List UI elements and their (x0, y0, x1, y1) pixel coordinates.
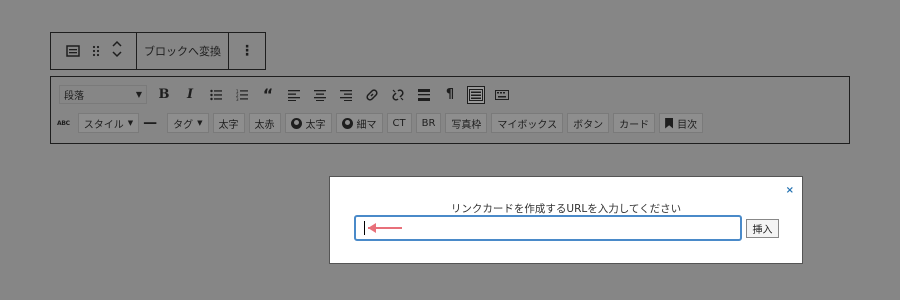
unlink-icon[interactable] (389, 86, 407, 104)
drag-handle-icon[interactable] (92, 42, 100, 61)
chevron-down-icon: ▼ (127, 119, 134, 127)
paste-text-icon[interactable]: ¶ (441, 86, 459, 104)
user-circle-icon (341, 117, 353, 129)
move-up-down-icon[interactable] (111, 40, 122, 62)
bookmark-icon (665, 117, 674, 129)
photo-frame-button[interactable]: 写真枠 (445, 113, 488, 133)
more-options-icon: ⋮ (240, 43, 254, 59)
more-options-button[interactable]: ⋮ (228, 33, 265, 69)
style-label: スタイル (83, 119, 124, 131)
transform-label: ブロックへ変換 (144, 45, 221, 58)
svg-text:3: 3 (236, 97, 239, 101)
thin-user-button[interactable]: 細マ (335, 113, 383, 133)
blockquote-icon[interactable]: “ (259, 85, 277, 104)
link-icon[interactable] (363, 86, 381, 104)
numbered-list-icon[interactable]: 123 (233, 86, 251, 104)
bold-red-button[interactable]: 太赤 (248, 113, 281, 133)
url-input[interactable] (354, 215, 742, 241)
arrow-left-icon (368, 223, 402, 233)
toc-label: 目次 (677, 119, 698, 131)
insert-button[interactable]: 挿入 (746, 219, 779, 238)
toolbar-row-1: 段落 ▼ B I 123 “ ¶ (59, 85, 519, 104)
chevron-down-icon: ▼ (135, 90, 142, 99)
block-toolbar: ブロックへ変換 ⋮ (50, 32, 266, 70)
tag-dropdown[interactable]: タグ ▼ (167, 113, 209, 133)
read-more-icon[interactable] (415, 86, 433, 104)
button-button[interactable]: ボタン (567, 113, 610, 133)
bold-icon[interactable]: B (155, 86, 173, 104)
bullet-list-icon[interactable] (207, 86, 225, 104)
format-select[interactable]: 段落 ▼ (59, 85, 147, 104)
close-icon[interactable]: × (786, 185, 794, 196)
align-center-icon[interactable] (311, 86, 329, 104)
chevron-down-icon: ▼ (197, 119, 203, 127)
align-right-icon[interactable] (337, 86, 355, 104)
bold-button[interactable]: 太字 (212, 113, 245, 133)
paragraph-block-icon[interactable] (65, 42, 80, 61)
keyboard-icon[interactable] (493, 86, 511, 104)
toolbar-row-2: ABC スタイル ▼ — タグ ▼ 太字 太赤 太字 細マ CT BR 写真枠 … (57, 113, 707, 133)
user-circle-icon (290, 117, 302, 129)
block-controls (51, 33, 136, 69)
tag-label: タグ (173, 119, 194, 131)
italic-icon[interactable]: I (181, 86, 199, 104)
spellcheck-icon[interactable]: ABC (57, 120, 70, 127)
bold-user-button[interactable]: 太字 (284, 113, 332, 133)
toc-button[interactable]: 目次 (659, 113, 704, 133)
dialog-message: リンクカードを作成するURLを入力してください (450, 203, 682, 215)
my-box-button[interactable]: マイボックス (491, 113, 564, 133)
format-select-value: 段落 (64, 91, 84, 102)
toolbar-toggle-icon[interactable] (467, 85, 485, 104)
ct-button[interactable]: CT (386, 113, 412, 133)
align-left-icon[interactable] (285, 86, 303, 104)
thin-user-label: 細マ (356, 119, 377, 131)
card-button[interactable]: カード (613, 113, 656, 133)
text-cursor (364, 221, 365, 235)
br-button[interactable]: BR (415, 113, 442, 133)
style-dropdown[interactable]: スタイル ▼ (77, 113, 140, 133)
bold-user-label: 太字 (305, 119, 326, 131)
classic-editor-toolbar: 段落 ▼ B I 123 “ ¶ ABC スタイル ▼ — タグ ▼ 太字 太赤… (50, 76, 850, 144)
horizontal-line-icon[interactable]: — (143, 115, 157, 131)
link-card-dialog: × リンクカードを作成するURLを入力してください 挿入 (329, 176, 803, 264)
transform-button[interactable]: ブロックへ変換 (136, 33, 228, 69)
